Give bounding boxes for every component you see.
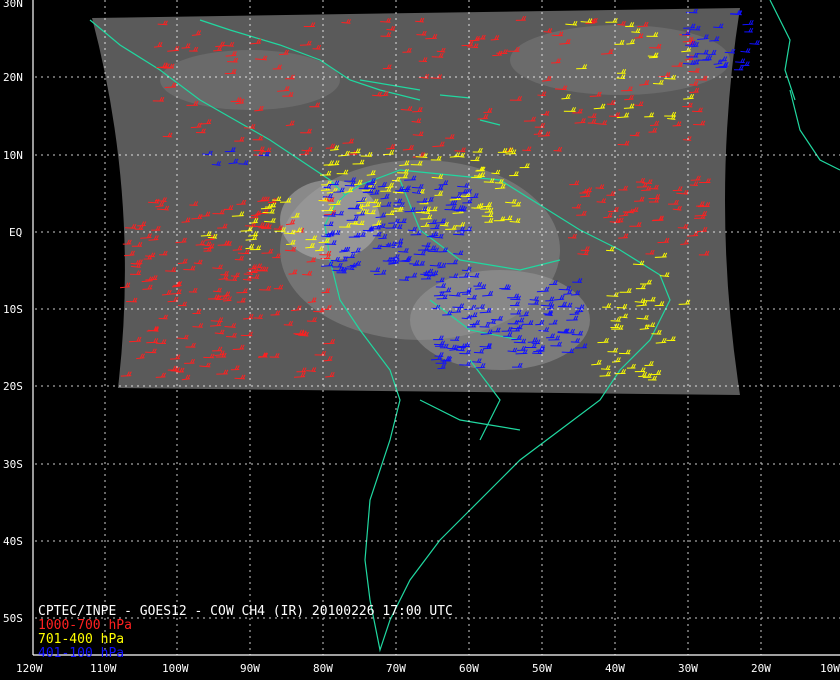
lon-label-90w: 90W [240, 662, 260, 675]
wind-barb [742, 19, 754, 26]
lon-label-60w: 60W [459, 662, 479, 675]
wind-barb [733, 65, 744, 71]
lon-label-50w: 50W [532, 662, 552, 675]
lon-label-110w: 110W [90, 662, 117, 675]
lat-label-eq: EQ [9, 226, 22, 239]
wind-barb [749, 40, 760, 45]
lat-label-10n: 10N [3, 149, 23, 162]
wind-barb [740, 48, 751, 53]
longitude-labels: 120W 110W 100W 90W 80W 70W 60W 50W 40W 3… [16, 662, 840, 675]
wind-barb [735, 58, 746, 64]
wind-barb [744, 27, 754, 33]
legend-mid-level: 701-400 hPa [38, 632, 125, 647]
map-canvas: 30N 20N 10N EQ 10S 20S 30S 40S 50S 120W … [3, 0, 840, 675]
lat-label-40s: 40S [3, 535, 23, 548]
lon-label-100w: 100W [162, 662, 189, 675]
lon-label-30w: 30W [678, 662, 698, 675]
lon-label-120w: 120W [16, 662, 43, 675]
lat-label-20n: 20N [3, 71, 23, 84]
legend-low-level: 1000-700 hPa [38, 618, 132, 633]
lat-label-30s: 30S [3, 458, 23, 471]
latitude-labels: 30N 20N 10N EQ 10S 20S 30S 40S 50S [3, 0, 23, 625]
lon-label-70w: 70W [386, 662, 406, 675]
lat-label-10s: 10S [3, 303, 23, 316]
lon-label-20w: 20W [751, 662, 771, 675]
lon-label-40w: 40W [605, 662, 625, 675]
map-title: CPTEC/INPE - GOES12 - COW CH4 (IR) 20100… [38, 604, 453, 619]
lat-label-20s: 20S [3, 380, 23, 393]
ir-imagery-swath [92, 8, 740, 395]
lat-label-30n: 30N [3, 0, 23, 10]
legend-high-level: 401-100 hPa [38, 646, 125, 661]
lon-label-10w: 10W [820, 662, 840, 675]
satellite-wind-map: 30N 20N 10N EQ 10S 20S 30S 40S 50S 120W … [0, 0, 840, 680]
lon-label-80w: 80W [313, 662, 333, 675]
africa-coast [789, 89, 840, 171]
lat-label-50s: 50S [3, 612, 23, 625]
africa-bulge [769, 0, 796, 101]
